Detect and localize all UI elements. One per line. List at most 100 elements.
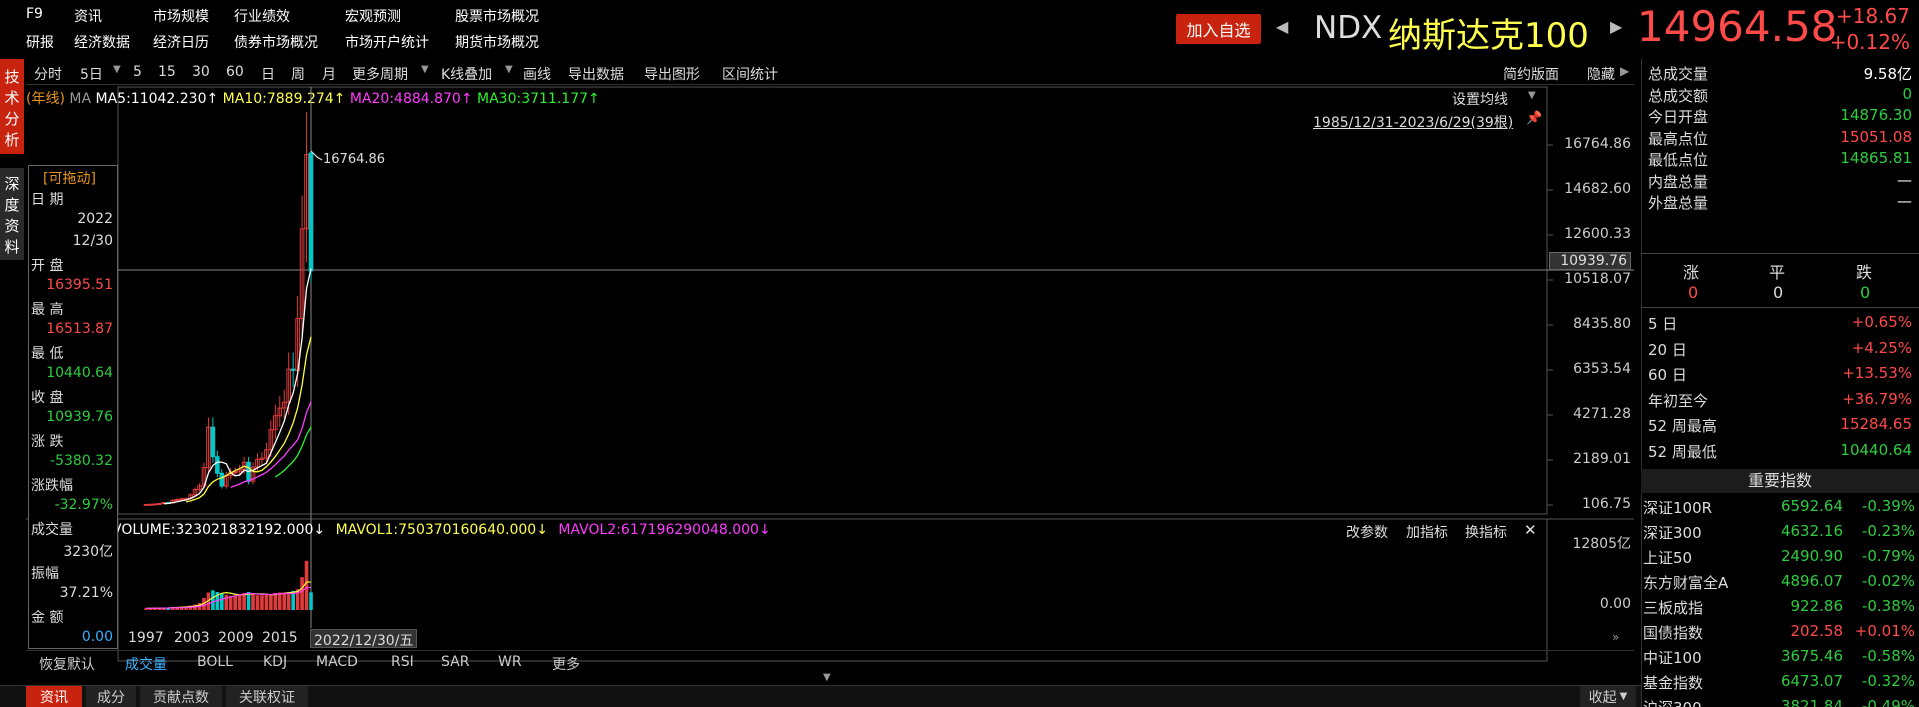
info-chgpct-label: 涨跌幅 [31, 478, 73, 494]
index-row[interactable]: 三板成指 922.86 -0.38% [1643, 597, 1919, 621]
volume-bar [277, 592, 282, 610]
index-row[interactable]: 深证300 4632.16 -0.23% [1643, 522, 1919, 546]
ohlc-info-panel[interactable]: [可拖动] 日 期 2022 12/30 开 盘 16395.51 最 高 16… [28, 165, 118, 649]
y-label-5: 8435.80 [1573, 316, 1631, 332]
perf-value: +0.65% [1851, 313, 1912, 331]
index-row[interactable]: 沪深300 3821.84 -0.49% [1643, 697, 1919, 707]
breadth-down-label: 跌 [1856, 263, 1873, 282]
stat-row: 今日开盘 14876.30 [1648, 106, 1912, 130]
info-year: 2022 [77, 211, 113, 227]
stat-value: 14876.30 [1840, 106, 1912, 124]
tab-volume[interactable]: 成交量 [125, 654, 167, 676]
breadth-flat: 0 [1773, 283, 1784, 302]
tab-more[interactable]: 更多 [552, 654, 580, 676]
breadth-up-label: 涨 [1683, 263, 1700, 282]
change-params-button[interactable]: 改参数 [1346, 522, 1388, 542]
tab-macd[interactable]: MACD [316, 654, 358, 676]
mavol1-value: MAVOL1:750370160640.000↓ [335, 522, 548, 538]
volume-bar [237, 594, 242, 610]
index-row[interactable]: 东方财富全A 4896.07 -0.02% [1643, 572, 1919, 596]
tab-boll[interactable]: BOLL [197, 654, 233, 676]
scroll-right-icon[interactable]: » [1612, 630, 1619, 644]
index-change: -0.02% [1861, 572, 1915, 590]
index-row[interactable]: 上证50 2490.90 -0.79% [1643, 547, 1919, 571]
candle-body [157, 502, 162, 505]
footer-tab-contribution[interactable]: 贡献点数 [140, 686, 222, 707]
kline-chart[interactable] [0, 0, 1919, 707]
divider [1641, 253, 1919, 254]
index-change: -0.79% [1861, 547, 1915, 565]
index-price: 202.58 [1790, 622, 1844, 640]
tab-wr[interactable]: WR [498, 654, 522, 676]
info-open-label: 开 盘 [31, 258, 64, 274]
perf-row: 60 日 +13.53% [1648, 364, 1912, 388]
index-price: 4632.16 [1780, 522, 1843, 540]
perf-label: 20 日 [1648, 340, 1687, 359]
stat-value: 9.58亿 [1863, 65, 1912, 83]
candle-body [210, 426, 216, 458]
stat-label: 总成交量 [1648, 65, 1709, 83]
tab-kdj[interactable]: KDJ [263, 654, 287, 676]
info-amt-label: 金 额 [31, 610, 64, 626]
volume-bar [304, 560, 309, 610]
index-name: 东方财富全A [1643, 574, 1729, 592]
mavol-line [145, 581, 312, 609]
splitter-down-icon[interactable]: ▼ [823, 672, 831, 683]
info-date-label: 日 期 [31, 192, 64, 208]
info-high-label: 最 高 [31, 302, 64, 318]
tab-sar[interactable]: SAR [441, 654, 469, 676]
stat-row: 最低点位 14865.81 [1648, 149, 1912, 173]
volume-bar [269, 594, 273, 610]
perf-value: +4.25% [1851, 338, 1912, 357]
index-name: 深证100R [1643, 499, 1713, 517]
info-amt: 0.00 [81, 629, 113, 645]
volume-legend: VOLUME:323021832192.000↓ MAVOL1:75037016… [112, 522, 771, 538]
add-indicator-button[interactable]: 加指标 [1406, 522, 1448, 542]
stat-value: 14865.81 [1840, 149, 1912, 167]
candle-body [290, 368, 296, 372]
volume-bar [264, 594, 269, 610]
y-label-2: 14682.60 [1564, 181, 1631, 197]
stat-value: 0 [1902, 84, 1912, 103]
stat-label: 总成交额 [1648, 86, 1709, 105]
candle-body [143, 503, 149, 506]
perf-label: 52 周最低 [1648, 442, 1717, 461]
volume-value: VOLUME:323021832192.000↓ [112, 522, 326, 538]
collapse-button[interactable]: 收起 ▼ [1580, 686, 1636, 707]
volume-bar [233, 595, 237, 610]
index-row[interactable]: 中证100 3675.46 -0.58% [1643, 647, 1919, 671]
footer-tab-constituents[interactable]: 成分 [86, 686, 136, 707]
footer-tab-news[interactable]: 资讯 [26, 686, 82, 707]
perf-row: 年初至今 +36.79% [1648, 390, 1912, 414]
index-price: 3821.84 [1780, 697, 1843, 707]
perf-row: 52 周最低 10440.64 [1648, 441, 1912, 465]
index-row[interactable]: 基金指数 6473.07 -0.32% [1643, 672, 1919, 696]
footer-tab-warrants[interactable]: 关联权证 [226, 686, 308, 707]
perf-row: 52 周最高 15284.65 [1648, 415, 1912, 439]
volume-bar [282, 592, 287, 610]
volume-bar [228, 595, 233, 610]
divider [1641, 307, 1919, 308]
perf-value: +36.79% [1842, 389, 1912, 408]
index-name: 沪深300 [1643, 697, 1702, 707]
stat-label: 最高点位 [1648, 129, 1709, 148]
switch-indicator-button[interactable]: 换指标 [1465, 522, 1507, 542]
index-price: 6473.07 [1780, 672, 1843, 690]
index-name: 中证100 [1643, 649, 1702, 667]
index-change: -0.23% [1861, 522, 1915, 540]
volume-bar [220, 593, 224, 610]
index-row[interactable]: 深证100R 6592.64 -0.39% [1643, 497, 1919, 521]
index-row[interactable]: 国债指数 202.58 +0.01% [1643, 622, 1919, 646]
y-label-7: 4271.28 [1573, 406, 1631, 422]
volume-bar [211, 590, 215, 610]
tab-reset-default[interactable]: 恢复默认 [39, 654, 95, 676]
indices-title: 重要指数 [1641, 469, 1919, 493]
peak-value-label: 16764.86 [323, 152, 386, 167]
collapse-label: 收起 [1588, 689, 1617, 706]
index-price: 6592.64 [1780, 497, 1843, 515]
close-indicator-icon[interactable]: ✕ [1524, 521, 1537, 539]
volume-bar [286, 591, 291, 610]
stat-value: 15051.08 [1840, 127, 1912, 146]
tab-rsi[interactable]: RSI [391, 654, 414, 676]
perf-label: 52 周最高 [1648, 417, 1717, 435]
